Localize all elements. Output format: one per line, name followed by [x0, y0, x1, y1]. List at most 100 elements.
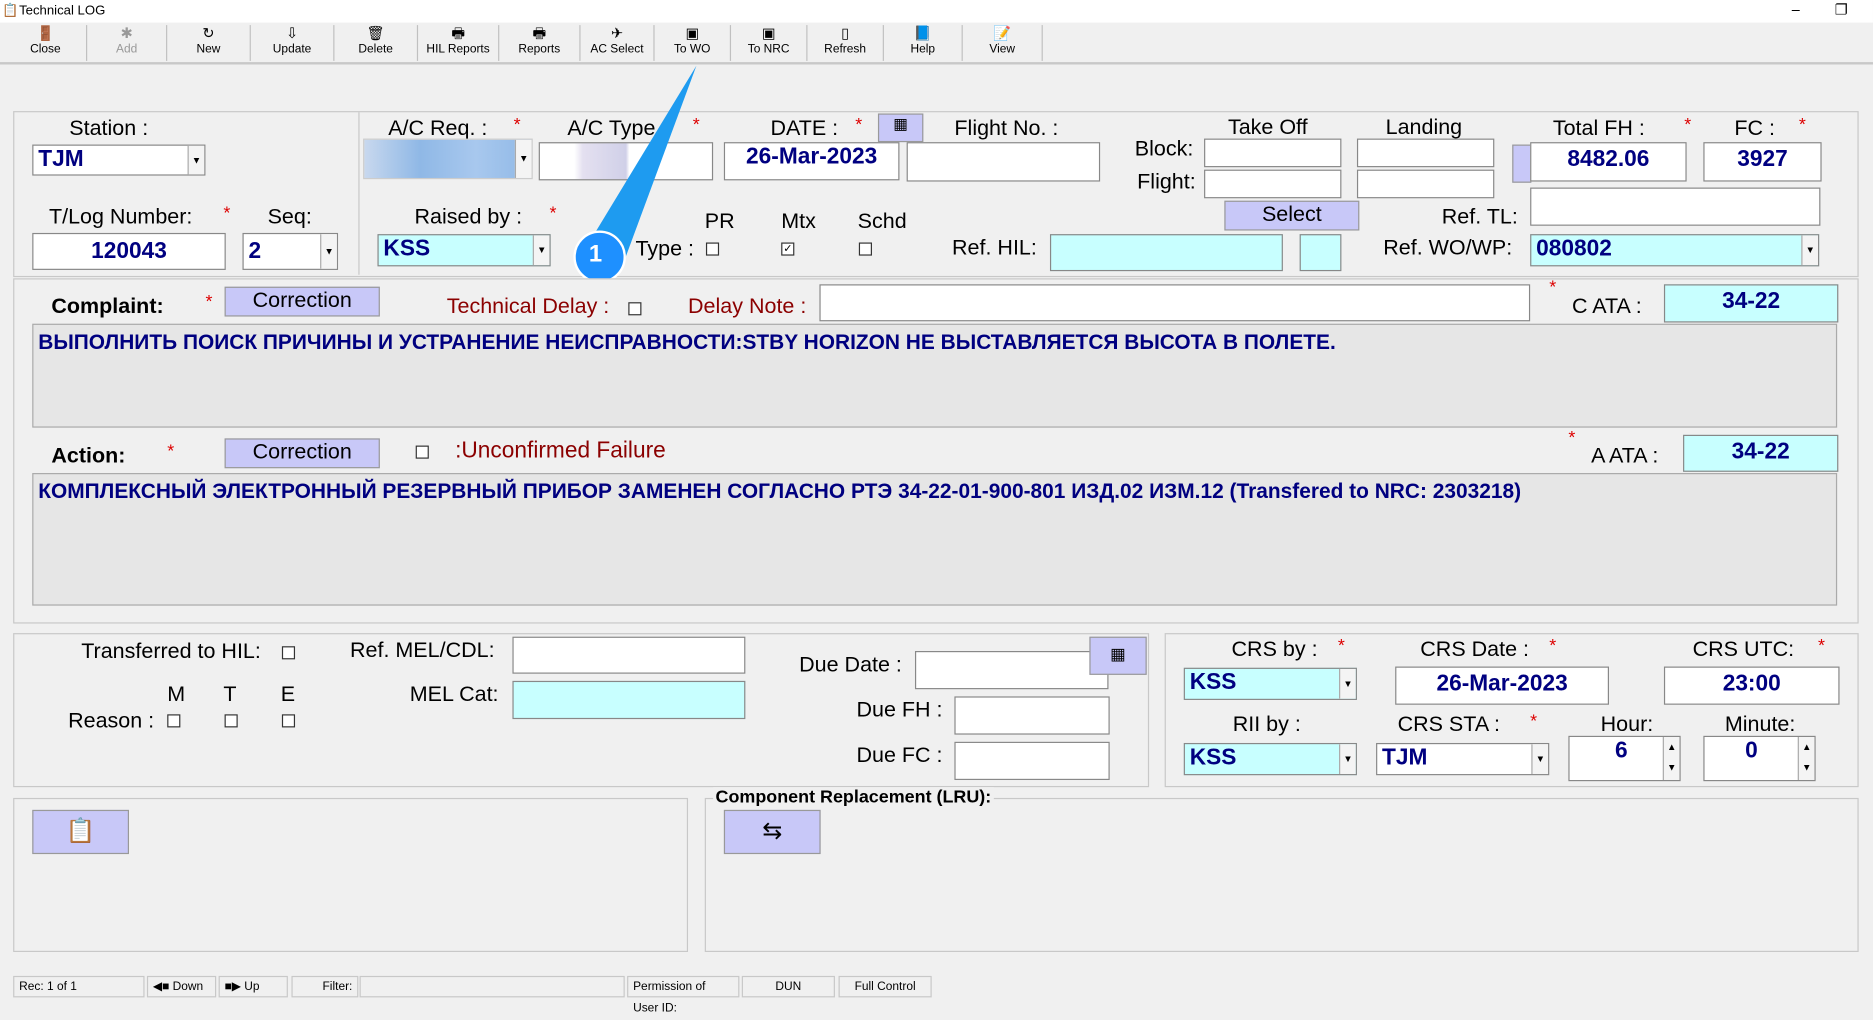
toolbar-ac-select-button[interactable]: ✈ AC Select [581, 25, 655, 61]
toolbar-label: Help [910, 43, 936, 57]
delay-note-field[interactable] [819, 284, 1531, 322]
required-mark: * [855, 114, 863, 135]
toolbar-label: Update [272, 43, 312, 57]
unconfirmed-failure-checkbox[interactable] [415, 445, 429, 459]
toolbar-label: HIL Reports [426, 43, 490, 57]
toolbar-label: Delete [358, 43, 393, 57]
complaint-text[interactable]: ВЫПОЛНИТЬ ПОИСК ПРИЧИНЫ И УСТРАНЕНИЕ НЕИ… [32, 323, 1838, 428]
toolbar-to-wo-button[interactable]: ▣ To WO [655, 25, 732, 61]
page-icon: ▯ [841, 25, 850, 42]
due-fc-field[interactable] [954, 741, 1110, 781]
book-icon: 📘 [913, 25, 932, 42]
technical-delay-label: Technical Delay : [446, 293, 610, 318]
flight-no-field[interactable] [906, 142, 1101, 182]
reason-t-checkbox[interactable] [224, 714, 238, 728]
ref-hil-extra-field[interactable] [1299, 234, 1342, 272]
mel-cat-field[interactable] [512, 680, 746, 720]
toolbar-to-nrc-button[interactable]: ▣ To NRC [731, 25, 808, 61]
due-date-field[interactable] [914, 651, 1109, 690]
transferred-hil-checkbox[interactable] [281, 646, 296, 660]
fc-field[interactable]: 3927 [1703, 142, 1822, 182]
technical-delay-checkbox[interactable] [628, 302, 642, 316]
toolbar-refresh-button[interactable]: ▯ Refresh [807, 25, 884, 61]
action-text[interactable]: КОМПЛЕКСНЫЙ ЭЛЕКТРОННЫЙ РЕЗЕРВНЫЙ ПРИБОР… [32, 473, 1838, 606]
station-label: Station : [69, 115, 149, 140]
a-ata-field[interactable]: 34-22 [1683, 434, 1839, 472]
toolbar-update-button[interactable]: ⇩ Update [251, 25, 335, 61]
required-mark: * [513, 114, 521, 135]
flight-takeoff-field[interactable] [1204, 169, 1342, 199]
toolbar-help-button[interactable]: 📘 Help [884, 25, 963, 61]
mtx-checkbox[interactable]: ✓ [781, 242, 795, 256]
calendar-button[interactable]: ▦ [877, 113, 924, 143]
c-ata-field[interactable]: 34-22 [1663, 284, 1839, 323]
reason-e-checkbox[interactable] [281, 714, 296, 728]
minimize-button[interactable]: – [1792, 1, 1800, 18]
acreg-select[interactable]: ▼ [363, 138, 533, 180]
lru-replace-button[interactable]: ⇆ [723, 809, 821, 855]
rii-by-select[interactable]: KSS ▼ [1183, 742, 1357, 776]
total-fh-field[interactable]: 8482.06 [1530, 142, 1687, 182]
ref-wo-select[interactable]: 080802 ▼ [1530, 234, 1820, 267]
swap-icon: ⇆ [762, 818, 783, 845]
crs-date-field[interactable]: 26-Mar-2023 [1395, 666, 1609, 705]
crs-utc-field[interactable]: 23:00 [1663, 666, 1840, 705]
required-mark: * [1530, 710, 1538, 732]
ref-tl-field[interactable] [1530, 187, 1821, 226]
toolbar-close-button[interactable]: 🚪 Close [5, 25, 88, 61]
ref-mel-field[interactable] [512, 636, 746, 674]
toolbar-add-button[interactable]: ✱ Add [87, 25, 168, 61]
raised-by-select[interactable]: KSS ▼ [377, 234, 551, 267]
hour-stepper[interactable]: 6 ▲ ▼ [1568, 735, 1681, 782]
complaint-correction-button[interactable]: Correction [224, 286, 380, 317]
flight-landing-field[interactable] [1356, 169, 1495, 199]
filter-field[interactable] [359, 975, 625, 998]
permission-label: Permission of User ID: [627, 975, 740, 1015]
callout-number: 1 [588, 241, 603, 268]
toolbar-reports-button[interactable]: 🖶 Reports [499, 25, 581, 61]
schd-label: Schd [857, 209, 907, 233]
reason-m-checkbox[interactable] [167, 714, 181, 728]
toolbar-new-button[interactable]: ↻ New [167, 25, 251, 61]
crs-by-select[interactable]: KSS ▼ [1183, 667, 1357, 700]
block-label: Block: [1134, 136, 1194, 161]
due-date-calendar-button[interactable]: ▦ [1089, 636, 1147, 675]
block-takeoff-field[interactable] [1204, 138, 1342, 168]
view-icon: 📝 [993, 25, 1012, 42]
t-label: T [223, 682, 237, 706]
required-mark: * [1549, 635, 1557, 656]
flight-no-label: Flight No. : [954, 115, 1059, 140]
station-select[interactable]: TJM ▼ [32, 144, 206, 176]
app-icon: 📋 [2, 3, 19, 18]
window-title: Technical LOG [19, 3, 106, 18]
required-mark: * [1549, 277, 1557, 298]
complaint-label: Complaint: [51, 293, 164, 318]
toolbar-hil-reports-button[interactable]: 🖶 HIL Reports [418, 25, 500, 61]
due-fh-field[interactable] [954, 696, 1110, 735]
toolbar-view-button[interactable]: 📝 View [963, 25, 1043, 61]
select-button[interactable]: Select [1224, 200, 1360, 231]
hour-label: Hour: [1600, 711, 1654, 736]
seq-select[interactable]: 2 ▼ [242, 232, 339, 270]
title-bar: 📋 Technical LOG – ❐ [0, 0, 1873, 23]
down-button[interactable]: ◀■ Down [146, 975, 217, 998]
restore-button[interactable]: ❐ [1835, 1, 1848, 18]
date-field[interactable]: 26-Mar-2023 [723, 142, 900, 181]
callout-pointer [573, 65, 697, 284]
up-button[interactable]: ■▶ Up [218, 975, 288, 998]
toolbar-delete-button[interactable]: 🗑 Delete [334, 25, 419, 61]
minute-stepper[interactable]: 0 ▲ ▼ [1703, 735, 1816, 782]
ref-hil-field[interactable] [1049, 234, 1283, 272]
tlog-number-field[interactable]: 120043 [32, 232, 226, 270]
schd-checkbox[interactable] [858, 242, 872, 256]
ref-mel-label: Ref. MEL/CDL: [349, 637, 495, 662]
access-level: Full Control [838, 975, 932, 998]
required-mark: * [549, 203, 557, 224]
clipboard-check-icon: 📋 [65, 818, 96, 845]
action-correction-button[interactable]: Correction [224, 438, 380, 469]
checklist-button[interactable]: 📋 [32, 809, 130, 855]
toolbar-label: Refresh [824, 43, 867, 57]
crs-sta-select[interactable]: TJM ▼ [1376, 742, 1550, 776]
filter-label: Filter: [291, 975, 359, 998]
block-landing-field[interactable] [1356, 138, 1495, 168]
